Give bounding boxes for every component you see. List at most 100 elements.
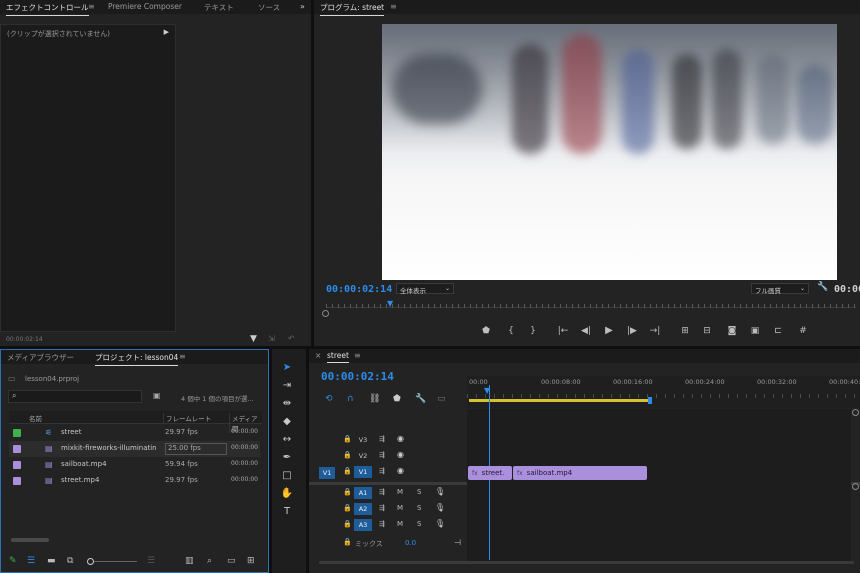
label-color-chip[interactable]: [13, 445, 21, 453]
timeline-v-scroll-handle-bottom[interactable]: [852, 483, 859, 490]
button-editor-icon[interactable]: #: [796, 326, 810, 336]
label-color-chip[interactable]: [13, 461, 21, 469]
track-target-a2[interactable]: A2: [354, 503, 372, 515]
new-bin-icon[interactable]: ▣: [153, 391, 161, 400]
lock-icon[interactable]: 🔒: [343, 451, 352, 459]
new-bin-bottom-icon[interactable]: ▭: [227, 556, 236, 566]
list-item[interactable]: ▤ street.mp4 29.97 fps 00:00:00: [9, 473, 260, 489]
go-to-out-icon[interactable]: →|: [648, 326, 662, 336]
lock-icon[interactable]: 🔒: [343, 488, 352, 496]
solo-button[interactable]: S: [417, 488, 421, 496]
zoom-slider[interactable]: [87, 558, 137, 565]
new-item-icon[interactable]: ⊞: [247, 556, 255, 566]
mix-end-icon[interactable]: ⊣: [454, 538, 461, 547]
sync-lock-icon[interactable]: ⇶: [379, 467, 385, 475]
source-patch-v1[interactable]: V1: [319, 467, 335, 479]
sync-lock-icon[interactable]: ⇶: [379, 435, 385, 443]
list-view-icon[interactable]: ☰: [27, 556, 35, 566]
lift-icon[interactable]: ⊞: [678, 326, 692, 336]
eye-icon[interactable]: ◉: [397, 466, 404, 475]
find-icon[interactable]: ⌕: [207, 556, 212, 566]
sync-lock-icon[interactable]: ⇶: [379, 504, 385, 512]
playhead-marker-icon[interactable]: ▼: [387, 299, 393, 308]
sync-lock-icon[interactable]: ⇶: [379, 488, 385, 496]
automate-icon[interactable]: ▥: [185, 556, 194, 566]
list-item[interactable]: ▤ mixkit-fireworks-illuminatin 25.00 fps 00…: [9, 441, 260, 457]
export-icon[interactable]: ⇲: [268, 334, 275, 343]
expand-arrow-icon[interactable]: ▶: [164, 28, 169, 36]
track-target-a1[interactable]: A1: [354, 487, 372, 499]
ripple-edit-tool-icon[interactable]: ⇹: [280, 397, 294, 411]
play-icon[interactable]: ▶: [602, 325, 616, 336]
tab-source[interactable]: ソース: [258, 2, 280, 13]
microphone-icon[interactable]: 🎙: [435, 503, 445, 512]
track-target-v2[interactable]: V2: [354, 450, 372, 462]
track-header-v2[interactable]: 🔒 V2 ⇶ ◉: [309, 449, 467, 465]
overflow-icon[interactable]: »: [300, 2, 305, 11]
razor-tool-icon[interactable]: ◆: [280, 415, 294, 429]
mute-button[interactable]: M: [397, 488, 403, 496]
eye-icon[interactable]: ◉: [397, 450, 404, 459]
clip-street[interactable]: fx street.: [468, 466, 512, 480]
lock-icon[interactable]: 🔒: [343, 467, 352, 475]
program-timecode[interactable]: 00:00:02:14: [326, 284, 392, 295]
mute-button[interactable]: M: [397, 520, 403, 528]
filter-icon[interactable]: ▼: [250, 334, 257, 344]
work-area-bar[interactable]: [469, 399, 650, 402]
reset-icon[interactable]: ↶: [288, 334, 295, 343]
zoom-select[interactable]: 全体表示 ⌄: [396, 283, 454, 295]
lock-icon[interactable]: 🔒: [343, 504, 352, 512]
program-video-frame[interactable]: [382, 24, 837, 280]
wrench-icon[interactable]: 🔧: [817, 282, 828, 292]
tab-text[interactable]: テキスト: [204, 2, 234, 13]
mix-value[interactable]: 0.0: [405, 539, 416, 547]
trim-view-icon[interactable]: ⊏: [771, 326, 785, 336]
zoom-slider-handle[interactable]: [87, 558, 94, 565]
eye-icon[interactable]: ◉: [397, 434, 404, 443]
track-header-a1[interactable]: 🔒 A1 ⇶ M S 🎙: [309, 486, 467, 502]
icon-view-icon[interactable]: ▬: [47, 556, 56, 566]
solo-button[interactable]: S: [417, 520, 421, 528]
tab-media-browser[interactable]: メディアブラウザー: [7, 352, 74, 363]
captions-icon[interactable]: ▭: [437, 394, 446, 404]
insert-sequence-icon[interactable]: ⟲: [325, 394, 333, 404]
type-tool-icon[interactable]: T: [280, 505, 294, 519]
camera-icon[interactable]: ◙: [725, 326, 739, 336]
tab-project[interactable]: プロジェクト: lesson04: [95, 352, 179, 366]
pen-tool-icon[interactable]: ✒: [280, 451, 294, 465]
track-header-a3[interactable]: 🔒 A3 ⇶ M S 🎙: [309, 518, 467, 534]
sync-lock-icon[interactable]: ⇶: [379, 520, 385, 528]
add-marker-icon[interactable]: ⬟: [479, 326, 493, 336]
solo-button[interactable]: S: [417, 504, 421, 512]
comparison-view-icon[interactable]: ▣: [748, 326, 762, 336]
sync-lock-icon[interactable]: ⇶: [379, 451, 385, 459]
track-area[interactable]: [467, 409, 851, 561]
track-target-v1[interactable]: V1: [354, 466, 372, 478]
track-target-a3[interactable]: A3: [354, 519, 372, 531]
selection-tool-icon[interactable]: ➤: [280, 361, 294, 375]
program-menu-icon[interactable]: ≡: [390, 2, 397, 11]
tab-effect-controls[interactable]: エフェクトコントロール: [6, 2, 89, 16]
microphone-icon[interactable]: 🎙: [435, 519, 445, 528]
panel-menu-icon[interactable]: ≡: [88, 2, 95, 11]
rectangle-tool-icon[interactable]: □: [280, 469, 294, 483]
clip-sailboat[interactable]: fx sailboat.mp4: [513, 466, 647, 480]
tab-sequence-street[interactable]: street: [327, 351, 349, 363]
column-name[interactable]: 名前: [29, 413, 42, 423]
freeform-view-icon[interactable]: ⧉: [67, 556, 73, 566]
mark-in-icon[interactable]: {: [504, 326, 518, 336]
track-target-v3[interactable]: V3: [354, 434, 372, 446]
mark-out-icon[interactable]: }: [526, 326, 540, 336]
track-header-v3[interactable]: 🔒 V3 ⇶ ◉: [309, 433, 467, 449]
timeline-v-scroll-handle-top[interactable]: [852, 409, 859, 416]
time-ruler[interactable]: 00:00 00:00:08:00 00:00:16:00 00:00:24:00 00…: [467, 376, 860, 408]
timeline-menu-icon[interactable]: ≡: [354, 351, 361, 360]
list-item[interactable]: ▤ sailboat.mp4 59.94 fps 00:00:00: [9, 457, 260, 473]
snap-icon[interactable]: ∩: [347, 394, 354, 404]
step-back-icon[interactable]: ◀|: [579, 326, 593, 336]
work-area-end-handle[interactable]: [648, 397, 652, 404]
list-item[interactable]: ⚟ street 29.97 fps 00:00:00: [9, 425, 260, 441]
go-to-in-icon[interactable]: |←: [556, 326, 570, 336]
track-header-a2[interactable]: 🔒 A2 ⇶ M S 🎙: [309, 502, 467, 518]
project-menu-icon[interactable]: ≡: [179, 352, 186, 361]
